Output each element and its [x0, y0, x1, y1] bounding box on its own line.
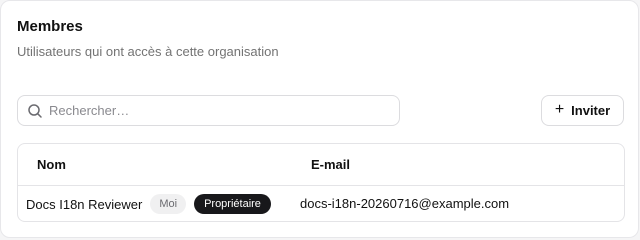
- search-input[interactable]: [49, 103, 369, 118]
- role-badge: Propriétaire: [194, 194, 271, 214]
- members-table: Nom E-mail Docs I18n Reviewer Moi Propri…: [17, 143, 625, 222]
- section-subtitle: Utilisateurs qui ont accès à cette organ…: [17, 44, 279, 59]
- members-card: Membres Utilisateurs qui ont accès à cet…: [0, 0, 639, 238]
- plus-icon: +: [554, 101, 565, 118]
- column-header-email: E-mail: [311, 157, 351, 172]
- search-box[interactable]: [17, 95, 400, 126]
- section-title: Membres: [17, 18, 83, 35]
- member-email: docs-i18n-20260716@example.com: [300, 196, 510, 211]
- search-icon: [27, 103, 43, 119]
- member-name-cell: Docs I18n Reviewer Moi Propriétaire: [26, 194, 271, 214]
- column-header-name: Nom: [37, 157, 66, 172]
- me-badge: Moi: [150, 194, 187, 214]
- invite-button[interactable]: + Inviter: [541, 95, 624, 126]
- table-header: Nom E-mail: [18, 144, 624, 186]
- table-row[interactable]: Docs I18n Reviewer Moi Propriétaire docs…: [18, 186, 624, 221]
- invite-button-label: Inviter: [571, 103, 611, 118]
- member-name: Docs I18n Reviewer: [26, 196, 143, 212]
